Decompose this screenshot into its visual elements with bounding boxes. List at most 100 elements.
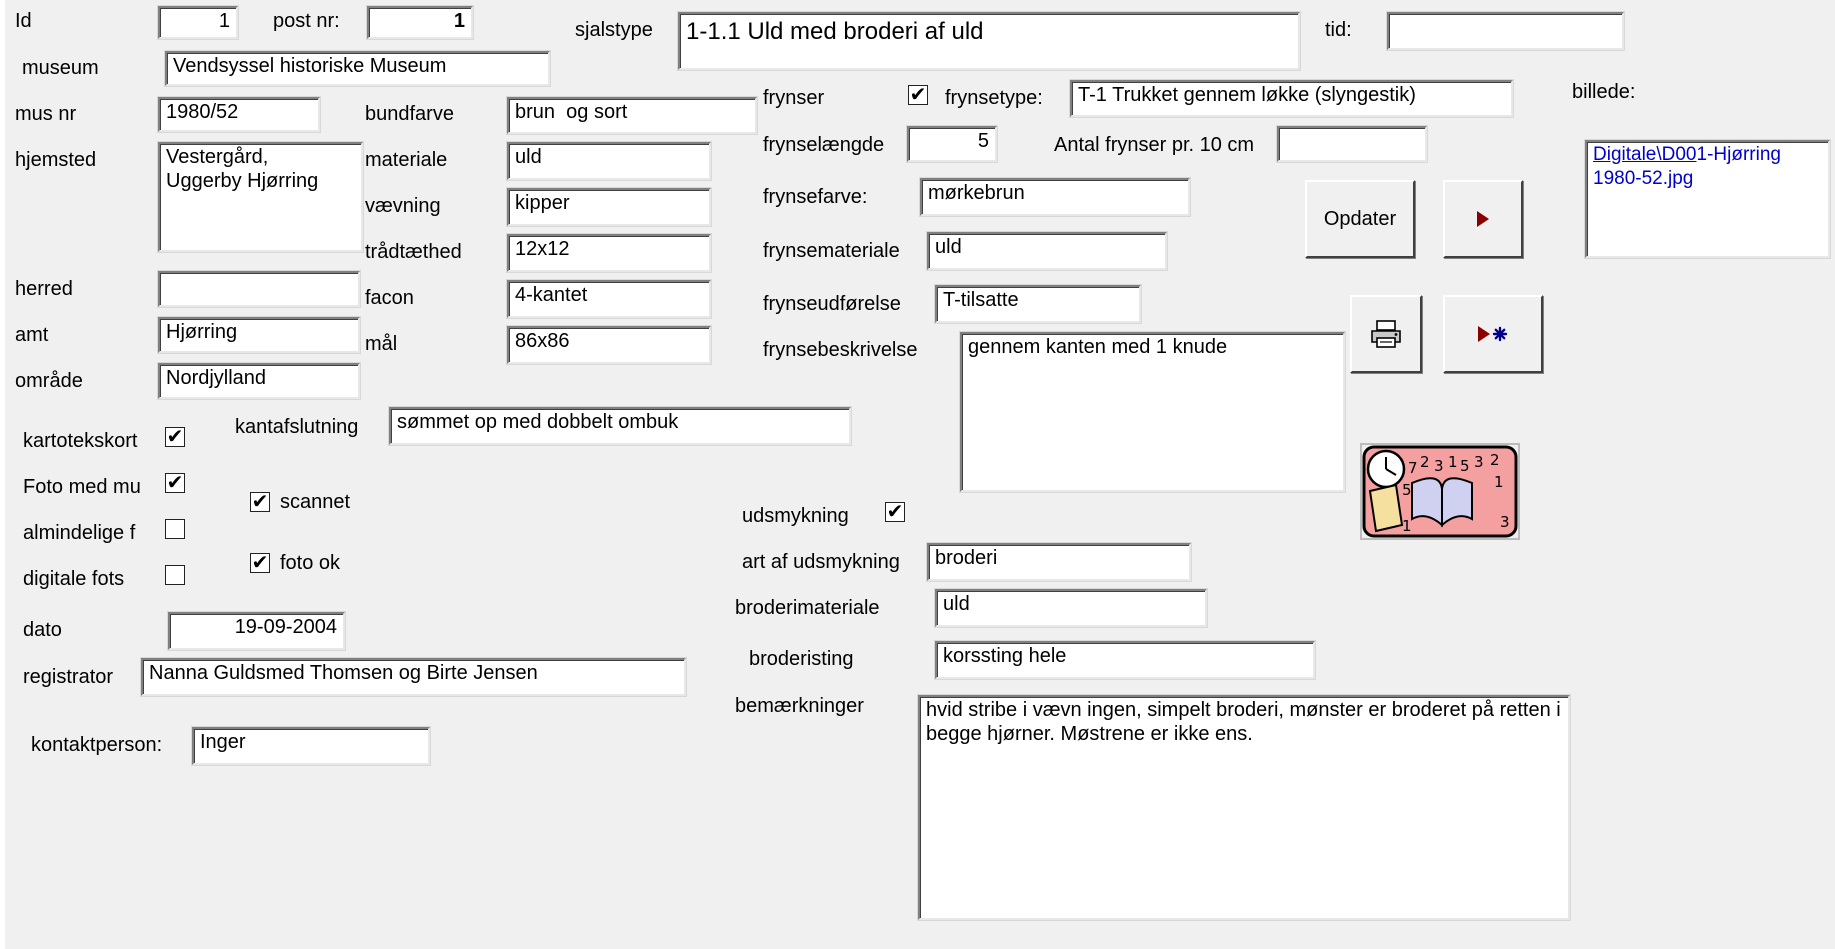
label-herred: herred: [15, 278, 73, 300]
label-frynsefarve: frynsefarve:: [763, 186, 868, 208]
kartotekskort-checkbox[interactable]: ✔: [165, 426, 185, 447]
billede-field[interactable]: Digitale\D001-Hjørring 1980-52.jpg: [1585, 140, 1830, 258]
label-sjalstype: sjalstype: [575, 19, 653, 41]
record-form: Id 1 post nr: 1 sjalstype 1-1.1 Uld med …: [5, 0, 1835, 949]
svg-text:5: 5: [1460, 457, 1470, 475]
new-record-button[interactable]: [1443, 295, 1543, 373]
label-facon: facon: [365, 287, 414, 309]
kantafslutning-field[interactable]: sømmet op med dobbelt ombuk: [389, 407, 851, 445]
frynsebeskrivelse-field[interactable]: gennem kanten med 1 knude: [960, 332, 1345, 492]
dato-field[interactable]: 19-09-2004: [168, 612, 345, 650]
svg-text:3: 3: [1474, 453, 1484, 471]
frynsefarve-field[interactable]: mørkebrun: [920, 178, 1190, 216]
foto-med-mu-checkbox[interactable]: ✔: [165, 472, 185, 493]
label-id: Id: [15, 10, 32, 32]
svg-text:1: 1: [1494, 473, 1504, 491]
label-tid: tid:: [1325, 19, 1352, 41]
label-broderisting: broderisting: [749, 648, 854, 670]
billede-link-underlined[interactable]: Digitale\D00: [1593, 144, 1697, 165]
label-frynseudfoerelse: frynseudførelse: [763, 293, 901, 315]
label-almindelige-f: almindelige f: [23, 522, 136, 544]
label-omraade: område: [15, 370, 83, 392]
foto-ok-checkbox[interactable]: ✔: [250, 552, 270, 573]
hjemsted-field[interactable]: Vestergård, Uggerby Hjørring: [158, 142, 363, 252]
svg-text:1: 1: [1448, 453, 1458, 471]
svg-text:7: 7: [1408, 459, 1418, 477]
mus-nr-field[interactable]: 1980/52: [158, 97, 320, 132]
herred-field[interactable]: [158, 271, 360, 307]
bundfarve-field[interactable]: brun og sort: [507, 97, 757, 134]
amt-field[interactable]: Hjørring: [158, 317, 360, 353]
bemaerkninger-field[interactable]: hvid stribe i vævn ingen, simpelt broder…: [918, 695, 1570, 920]
label-maal: mål: [365, 333, 398, 355]
svg-text:5: 5: [1402, 481, 1412, 499]
label-antal-frynser: Antal frynser pr. 10 cm: [1054, 134, 1255, 156]
label-art-af-udsmykning: art af udsmykning: [742, 551, 900, 573]
print-button[interactable]: [1350, 295, 1422, 373]
omraade-field[interactable]: Nordjylland: [158, 363, 360, 399]
label-kantafslutning: kantafslutning: [235, 416, 359, 438]
label-hjemsted: hjemsted: [15, 149, 97, 171]
opdater-button[interactable]: Opdater: [1305, 180, 1415, 258]
label-bemaerkninger: bemærkninger: [735, 695, 864, 717]
art-af-udsmykning-field[interactable]: broderi: [927, 543, 1191, 581]
frynsetype-field[interactable]: T-1 Trukket gennem løkke (slyngestik): [1070, 80, 1513, 117]
frynseudfoerelse-field[interactable]: T-tilsatte: [935, 285, 1141, 323]
label-digitale-fots: digitale fots: [23, 568, 125, 590]
label-foto-med-mu: Foto med mu: [23, 476, 141, 498]
broderimateriale-field[interactable]: uld: [935, 589, 1207, 627]
tid-field[interactable]: [1387, 12, 1624, 50]
digitale-fots-checkbox[interactable]: [165, 565, 185, 585]
label-kontaktperson: kontaktperson:: [31, 734, 163, 756]
printer-icon: [1371, 320, 1401, 348]
label-foto-ok: foto ok: [280, 552, 341, 574]
svg-text:3: 3: [1434, 457, 1444, 475]
label-frynsemateriale: frynsemateriale: [763, 240, 900, 262]
label-bundfarve: bundfarve: [365, 103, 454, 125]
next-record-button[interactable]: [1443, 180, 1523, 258]
label-frynsetype: frynsetype:: [945, 87, 1043, 109]
frynser-checkbox[interactable]: ✔: [908, 84, 928, 105]
registrator-field[interactable]: Nanna Guldsmed Thomsen og Birte Jensen: [141, 658, 686, 696]
label-frynser: frynser: [763, 87, 825, 109]
svg-text:1: 1: [1402, 517, 1412, 535]
label-materiale: materiale: [365, 149, 448, 171]
scannet-checkbox[interactable]: ✔: [250, 491, 270, 512]
antal-frynser-field[interactable]: [1277, 126, 1427, 162]
svg-text:3: 3: [1500, 513, 1510, 531]
facon-field[interactable]: 4-kantet: [507, 280, 711, 318]
frynselaengde-field[interactable]: 5: [907, 126, 997, 162]
id-field[interactable]: 1: [158, 6, 238, 39]
kontaktperson-field[interactable]: Inger: [192, 727, 430, 765]
label-post-nr: post nr:: [273, 10, 340, 32]
label-vaevning: vævning: [365, 195, 441, 217]
label-scannet: scannet: [280, 491, 351, 513]
label-dato: dato: [23, 619, 62, 641]
label-billede: billede:: [1572, 81, 1636, 103]
broderisting-field[interactable]: korssting hele: [935, 641, 1315, 679]
sjalstype-field[interactable]: 1-1.1 Uld med broderi af uld: [678, 12, 1300, 70]
maal-field[interactable]: 86x86: [507, 326, 711, 364]
clipart-image: 723 153 213 51: [1360, 443, 1520, 540]
label-frynselaengde: frynselængde: [763, 134, 885, 156]
svg-text:2: 2: [1490, 451, 1500, 469]
label-amt: amt: [15, 324, 49, 346]
label-udsmykning: udsmykning: [742, 505, 849, 527]
svg-text:2: 2: [1420, 453, 1430, 471]
label-frynsebeskrivelse: frynsebeskrivelse: [763, 339, 918, 361]
label-broderimateriale: broderimateriale: [735, 597, 880, 619]
almindelige-f-checkbox[interactable]: [165, 519, 185, 539]
frynsemateriale-field[interactable]: uld: [927, 232, 1167, 270]
new-record-icon: [1478, 326, 1508, 342]
next-record-icon: [1477, 211, 1489, 227]
traadtaethed-field[interactable]: 12x12: [507, 234, 711, 272]
museum-field[interactable]: Vendsyssel historiske Museum: [165, 51, 550, 86]
udsmykning-checkbox[interactable]: ✔: [885, 501, 905, 522]
label-traadtaethed: trådtæthed: [365, 241, 462, 263]
materiale-field[interactable]: uld: [507, 142, 711, 180]
label-registrator: registrator: [23, 666, 114, 688]
post-nr-field[interactable]: 1: [367, 6, 473, 39]
vaevning-field[interactable]: kipper: [507, 188, 711, 226]
label-kartotekskort: kartotekskort: [23, 430, 138, 452]
clock-book-clipart-icon: 723 153 213 51: [1362, 445, 1518, 538]
